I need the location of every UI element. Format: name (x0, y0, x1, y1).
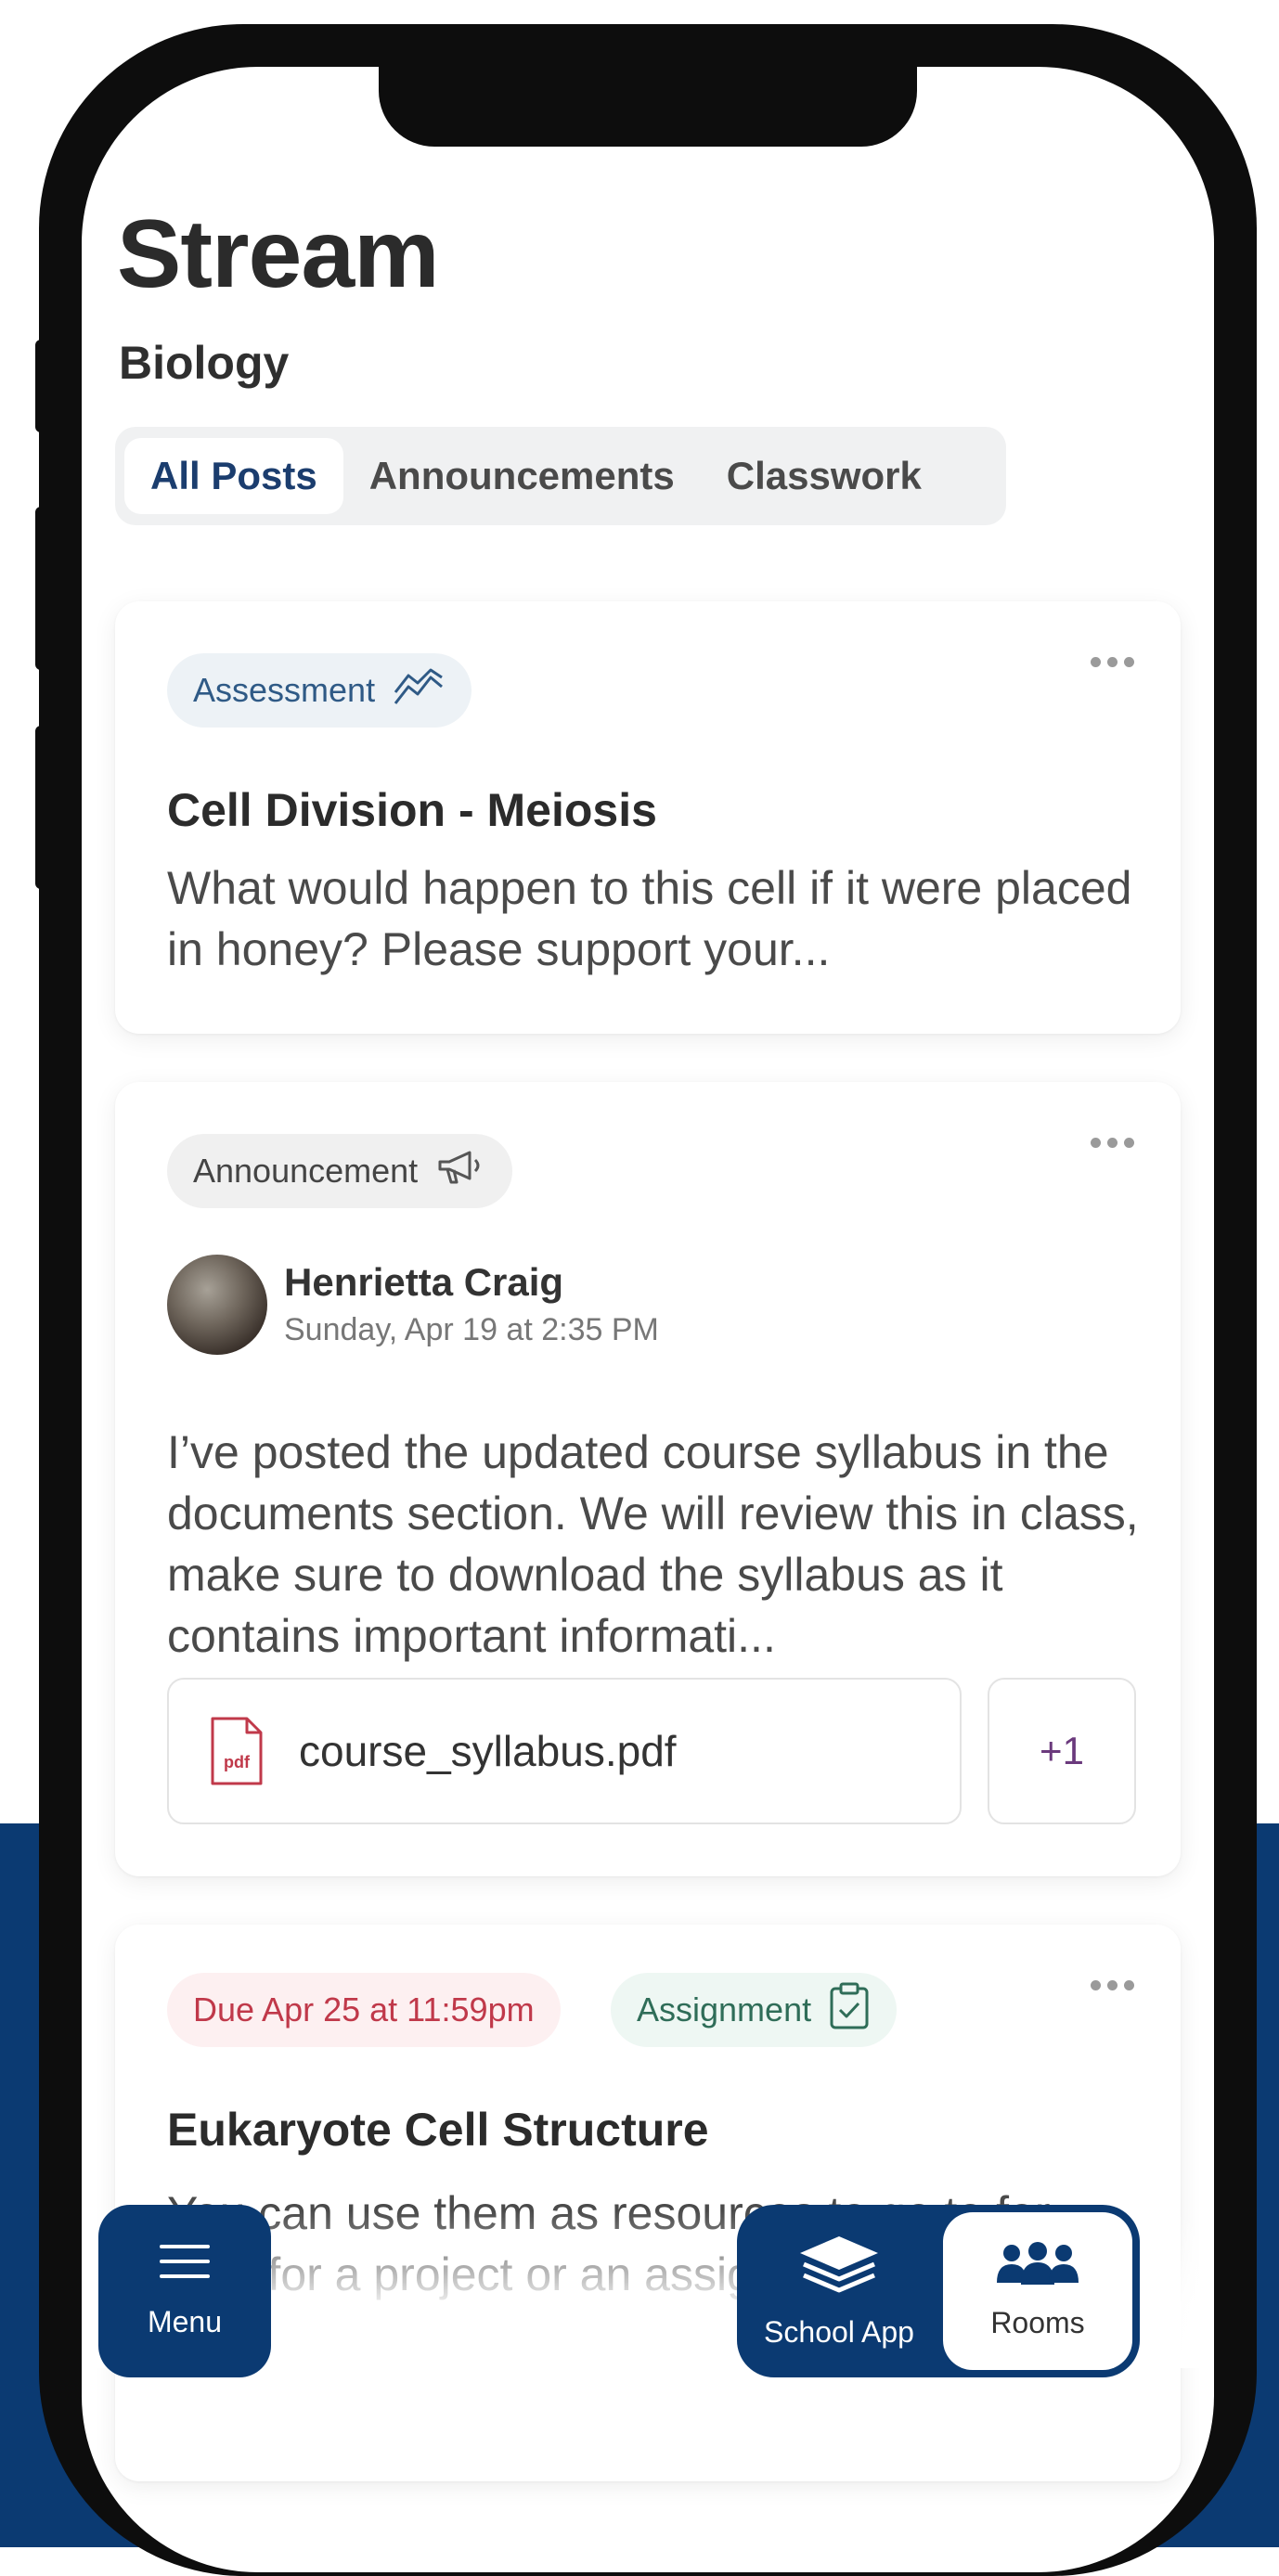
school-app-tab[interactable]: School App (737, 2205, 941, 2377)
pdf-file-icon: pdf (210, 1716, 264, 1786)
announcement-tag: Announcement (167, 1134, 513, 1208)
attachment-file[interactable]: pdf course_syllabus.pdf (167, 1678, 962, 1824)
phone-notch (379, 67, 917, 147)
app-switcher: School App Rooms (737, 2205, 1140, 2377)
post-title: Cell Division - Meiosis (167, 784, 657, 836)
post-card-assessment[interactable]: Assessment Cell Division - Meiosis What … (115, 601, 1181, 1034)
tab-classwork[interactable]: Classwork (701, 438, 948, 514)
tab-all-posts[interactable]: All Posts (124, 438, 343, 514)
school-app-label: School App (764, 2315, 914, 2349)
tab-announcements[interactable]: Announcements (343, 438, 701, 514)
attachment-name: course_syllabus.pdf (299, 1727, 677, 1775)
due-date-badge: Due Apr 25 at 11:59pm (167, 1973, 561, 2047)
assessment-tag: Assessment (167, 653, 472, 728)
more-options-icon[interactable] (1091, 1138, 1134, 1148)
post-title: Eukaryote Cell Structure (167, 2104, 709, 2156)
trend-chart-icon (392, 666, 446, 715)
post-body: I’ve posted the updated course syllabus … (167, 1426, 1139, 1662)
megaphone-icon (434, 1147, 486, 1196)
avatar (167, 1255, 267, 1355)
tag-label: Announcement (193, 1152, 419, 1190)
more-attachments-button[interactable]: +1 (988, 1678, 1136, 1824)
page-title: Stream (117, 200, 440, 308)
tag-label: Assignment (637, 1990, 812, 2029)
rooms-tab[interactable]: Rooms (943, 2212, 1132, 2370)
phone-frame: Stream Biology All Posts Announcements C… (39, 24, 1257, 2576)
class-name: Biology (119, 337, 290, 389)
post-body: What would happen to this cell if it wer… (167, 862, 1132, 975)
rooms-label: Rooms (990, 2306, 1085, 2339)
author-name: Henrietta Craig (284, 1260, 564, 1304)
more-options-icon[interactable] (1091, 657, 1134, 667)
pdf-icon-label: pdf (224, 1753, 250, 1771)
layers-icon (796, 2233, 882, 2302)
group-users-icon (993, 2242, 1082, 2293)
post-date: Sunday, Apr 19 at 2:35 PM (284, 1312, 659, 1347)
menu-button[interactable]: Menu (98, 2205, 271, 2377)
menu-label: Menu (147, 2305, 223, 2338)
clipboard-check-icon (828, 1981, 871, 2040)
post-card-assignment[interactable]: Due Apr 25 at 11:59pm Assignment Eukaryo… (115, 1925, 1181, 2481)
tag-label: Assessment (193, 671, 376, 709)
assignment-tag: Assignment (611, 1973, 898, 2047)
hamburger-icon (158, 2243, 212, 2285)
post-card-announcement[interactable]: Announcement Henrietta Craig Sunday, Apr… (115, 1082, 1181, 1876)
more-options-icon[interactable] (1091, 1980, 1134, 1990)
phone-screen: Stream Biology All Posts Announcements C… (82, 67, 1214, 2572)
post-filter-tabs: All Posts Announcements Classwork (115, 427, 1006, 525)
